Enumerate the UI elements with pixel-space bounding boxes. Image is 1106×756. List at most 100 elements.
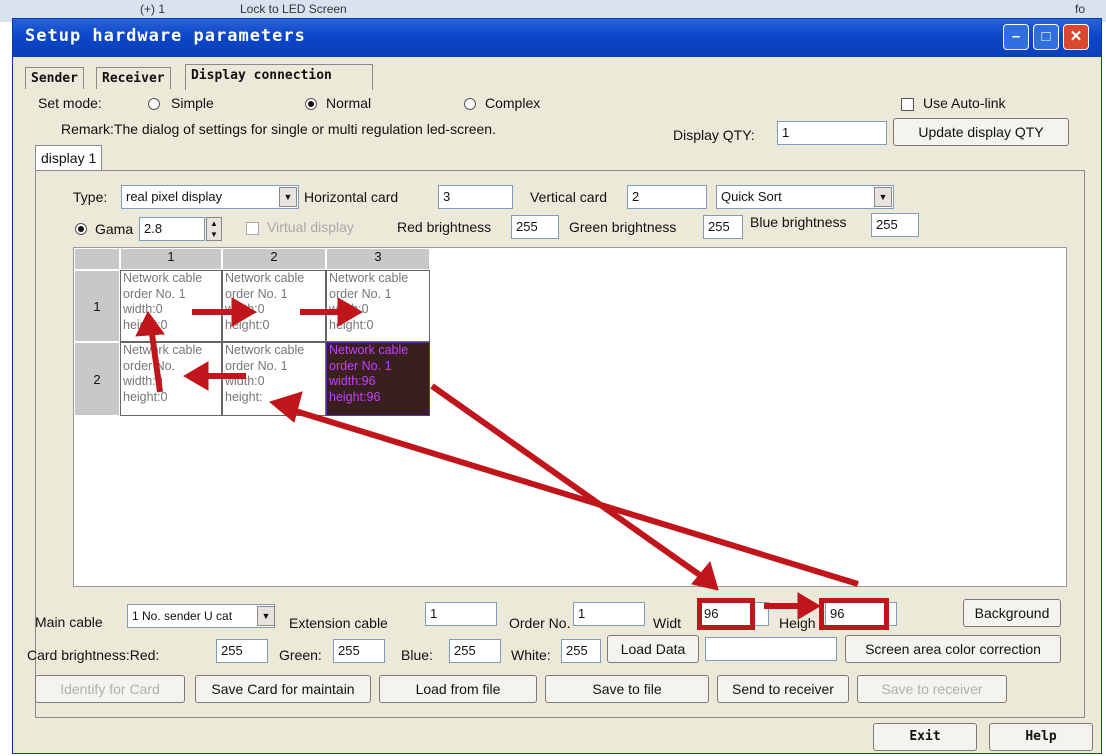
- grid-cell[interactable]: Network cable order No. 1 width:0 height…: [120, 270, 222, 342]
- cell-height: height:0: [123, 389, 168, 404]
- save-card-for-maintain-button[interactable]: Save Card for maintain: [195, 675, 371, 703]
- send-to-receiver-button[interactable]: Send to receiver: [717, 675, 849, 703]
- grid-cell[interactable]: Network cable order No. 1 width:0 height…: [222, 342, 326, 416]
- row-header[interactable]: 2: [74, 342, 120, 416]
- load-from-file-button[interactable]: Load from file: [379, 675, 537, 703]
- cell-cable: Network cable: [329, 343, 409, 357]
- background-text: Lock to LED Screen: [240, 2, 347, 16]
- vertical-card-input[interactable]: 2: [627, 185, 707, 209]
- maximize-button[interactable]: □: [1033, 24, 1059, 50]
- help-button[interactable]: Help: [989, 723, 1093, 751]
- grid-cell[interactable]: Network cable order No. 1 width:0 height…: [326, 270, 430, 342]
- card-green-label: Green:: [279, 647, 322, 663]
- card-red-input[interactable]: 255: [216, 639, 268, 663]
- grid-corner: [74, 248, 120, 270]
- type-select[interactable]: real pixel display: [121, 185, 299, 209]
- load-data-button[interactable]: Load Data: [607, 635, 699, 663]
- chevron-down-icon[interactable]: ▼: [279, 187, 297, 207]
- main-cable-select[interactable]: 1 No. sender U cat: [127, 604, 275, 628]
- extension-cable-input[interactable]: 1: [425, 602, 497, 626]
- cell-width: width:0: [225, 374, 265, 388]
- cell-height: height:: [225, 389, 263, 404]
- column-header[interactable]: 2: [222, 248, 326, 270]
- sort-select[interactable]: Quick Sort: [716, 185, 894, 209]
- chevron-down-icon[interactable]: ▼: [257, 606, 275, 626]
- annotation-highlight-box: [697, 598, 755, 630]
- main-cable-value: 1 No. sender U cat: [132, 609, 233, 623]
- grid-cell-selected[interactable]: Network cable order No. 1 width:96 heigh…: [326, 342, 430, 416]
- sort-select-value: Quick Sort: [721, 189, 782, 204]
- column-header[interactable]: 3: [326, 248, 430, 270]
- main-cable-label: Main cable: [35, 614, 103, 630]
- chevron-down-icon[interactable]: ▼: [874, 187, 892, 207]
- tab-display-connection[interactable]: Display connection: [185, 64, 373, 90]
- load-data-input[interactable]: [705, 637, 837, 661]
- identify-for-card-button[interactable]: Identify for Card: [35, 675, 185, 703]
- cell-cable: Network cable: [123, 343, 203, 357]
- close-button[interactable]: ✕: [1063, 24, 1089, 50]
- maximize-icon: □: [1041, 28, 1051, 45]
- height-label: Heigh: [779, 615, 816, 631]
- tab-receiver[interactable]: Receiver: [96, 67, 171, 89]
- green-brightness-input[interactable]: 255: [703, 215, 743, 239]
- card-white-label: White:: [511, 647, 551, 663]
- cell-cable: Network cable: [225, 343, 305, 357]
- card-blue-input[interactable]: 255: [449, 639, 501, 663]
- horizontal-card-input[interactable]: 3: [438, 185, 513, 209]
- gama-radio[interactable]: [75, 223, 87, 235]
- red-brightness-label: Red brightness: [397, 219, 492, 235]
- set-mode-label: Set mode:: [38, 95, 102, 111]
- minimize-button[interactable]: –: [1003, 24, 1029, 50]
- gama-label: Gama: [95, 221, 134, 237]
- display-qty-input[interactable]: 1: [777, 121, 887, 145]
- vertical-card-label: Vertical card: [530, 189, 608, 205]
- chevron-up-icon[interactable]: ▲: [207, 218, 221, 229]
- cell-width: width:0: [225, 302, 265, 316]
- cell-width: width:0: [123, 302, 163, 316]
- grid-cell[interactable]: Network cable order No. width:0 height:0: [120, 342, 222, 416]
- order-no-input[interactable]: 1: [573, 602, 645, 626]
- exit-button[interactable]: Exit: [873, 723, 977, 751]
- close-icon: ✕: [1069, 28, 1083, 45]
- auto-link-checkbox[interactable]: [901, 98, 914, 111]
- chevron-down-icon[interactable]: ▼: [207, 229, 221, 240]
- red-brightness-input[interactable]: 255: [511, 215, 559, 239]
- gama-spinner[interactable]: ▲ ▼: [206, 217, 222, 241]
- radio-simple-label: Simple: [171, 95, 214, 111]
- background-button[interactable]: Background: [963, 599, 1061, 627]
- tab-sender[interactable]: Sender: [25, 67, 84, 89]
- background-text: fo: [1075, 2, 1086, 16]
- blue-brightness-label: Blue brightness: [750, 214, 847, 230]
- radio-complex[interactable]: [464, 98, 476, 110]
- cell-order: order No. 1: [123, 286, 186, 301]
- grid-cell[interactable]: Network cable order No. 1 width:0 height…: [222, 270, 326, 342]
- radio-normal[interactable]: [305, 98, 317, 110]
- cell-height: height:96: [329, 389, 381, 404]
- card-green-input[interactable]: 255: [333, 639, 385, 663]
- receiver-card-grid[interactable]: 1 2 3 1 2 Network cable order No. 1 widt…: [73, 247, 1067, 587]
- card-white-input[interactable]: 255: [561, 639, 601, 663]
- blue-brightness-input[interactable]: 255: [871, 213, 919, 237]
- cell-width: width:96: [329, 374, 376, 388]
- column-header[interactable]: 1: [120, 248, 222, 270]
- screen-area-color-correction-button[interactable]: Screen area color correction: [845, 635, 1061, 663]
- update-display-qty-button[interactable]: Update display QTY: [893, 118, 1069, 146]
- auto-link-label: Use Auto-link: [923, 95, 1006, 111]
- virtual-display-checkbox[interactable]: [246, 222, 259, 235]
- annotation-highlight-box: [819, 598, 889, 630]
- cell-height: height:0: [123, 317, 168, 332]
- display-qty-label: Display QTY:: [673, 127, 755, 143]
- order-no-label: Order No.: [509, 615, 571, 631]
- row-header[interactable]: 1: [74, 270, 120, 342]
- cell-cable: Network cable: [123, 271, 203, 285]
- cell-order: order No.: [123, 358, 176, 373]
- save-to-receiver-button[interactable]: Save to receiver: [857, 675, 1007, 703]
- radio-complex-label: Complex: [485, 95, 541, 111]
- gama-input[interactable]: 2.8: [139, 217, 205, 241]
- save-to-file-button[interactable]: Save to file: [545, 675, 709, 703]
- title-bar[interactable]: Setup hardware parameters – □ ✕: [13, 19, 1101, 57]
- tab-display-1[interactable]: display 1: [35, 145, 103, 171]
- virtual-display-label: Virtual display: [267, 219, 354, 235]
- card-brightness-red-label: Card brightness:Red:: [27, 647, 160, 663]
- radio-simple[interactable]: [148, 98, 160, 110]
